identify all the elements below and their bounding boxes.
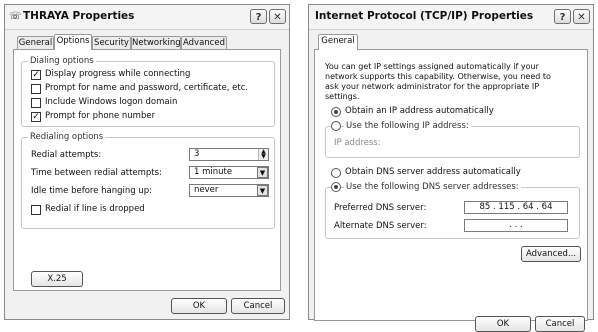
prompt-phone-number-checkbox[interactable]: ✓ <box>31 112 41 122</box>
thraya-properties-dialog: ☏ THRAYA Properties ? ✕ General Options … <box>4 4 290 320</box>
alternate-dns-label: Alternate DNS server: <box>334 221 427 231</box>
tab-networking[interactable]: Networking <box>131 36 181 50</box>
preferred-dns-value: 85 . 115 . 64 . 64 <box>479 202 553 212</box>
alternate-dns-value: . . . <box>509 220 523 230</box>
use-following-dns-radio[interactable] <box>331 182 341 192</box>
obtain-ip-auto-label: Obtain an IP address automatically <box>345 106 494 116</box>
time-between-label: Time between redial attempts: <box>31 168 162 178</box>
ip-address-group: Use the following IP address: IP address… <box>325 121 580 158</box>
redial-if-dropped-checkbox[interactable] <box>31 205 41 215</box>
cancel-button[interactable]: Cancel <box>535 316 585 332</box>
redial-attempts-spinner[interactable]: ▲ ▼ <box>258 149 268 160</box>
description-text: You can get IP settings assigned automat… <box>325 62 551 101</box>
alternate-dns-field[interactable]: . . . <box>464 219 568 232</box>
dialing-options-label: Dialing options <box>28 56 96 66</box>
use-following-dns-label: Use the following DNS server addresses: <box>344 182 521 192</box>
dialog-title: Internet Protocol (TCP/IP) Properties <box>315 10 534 22</box>
help-button[interactable]: ? <box>250 9 267 24</box>
idle-time-label: Idle time before hanging up: <box>31 186 153 196</box>
ip-address-label: IP address: <box>334 138 381 148</box>
redial-attempts-value: 3 <box>194 149 200 159</box>
dns-group: Use the following DNS server addresses: … <box>325 182 580 239</box>
redialing-options-group: Redialing options Redial attempts: 3 ▲ ▼ … <box>21 132 275 229</box>
general-panel: You can get IP settings assigned automat… <box>314 49 588 332</box>
prompt-name-password-checkbox[interactable] <box>31 84 41 94</box>
prompt-phone-number-label: Prompt for phone number <box>45 111 156 121</box>
ok-button[interactable]: OK <box>171 298 227 314</box>
idle-time-value: never <box>194 185 219 195</box>
obtain-dns-auto-label: Obtain DNS server address automatically <box>345 167 521 177</box>
tab-advanced[interactable]: Advanced <box>181 36 227 50</box>
advanced-button[interactable]: Advanced... <box>521 246 581 262</box>
chevron-down-icon[interactable]: ▼ <box>257 167 268 178</box>
cancel-button[interactable]: Cancel <box>231 298 285 314</box>
time-between-select[interactable]: 1 minute ▼ <box>189 166 269 179</box>
obtain-ip-auto-radio[interactable] <box>331 107 341 117</box>
title-bar[interactable]: Internet Protocol (TCP/IP) Properties ? … <box>309 5 593 30</box>
dialog-title: THRAYA Properties <box>23 10 135 22</box>
tab-security[interactable]: Security <box>92 36 131 50</box>
tcpip-properties-dialog: Internet Protocol (TCP/IP) Properties ? … <box>308 4 594 332</box>
title-bar[interactable]: ☏ THRAYA Properties ? ✕ <box>5 5 289 30</box>
display-progress-label: Display progress while connecting <box>45 69 191 79</box>
x25-button[interactable]: X.25 <box>31 271 83 287</box>
preferred-dns-label: Preferred DNS server: <box>334 203 427 213</box>
connection-icon: ☏ <box>9 11 22 22</box>
tab-general[interactable]: General <box>318 34 358 50</box>
tab-options[interactable]: Options <box>54 34 92 50</box>
redial-attempts-label: Redial attempts: <box>31 150 102 160</box>
redial-attempts-field[interactable]: 3 ▲ ▼ <box>189 148 269 161</box>
help-button[interactable]: ? <box>554 9 571 24</box>
use-following-ip-label: Use the following IP address: <box>344 121 471 131</box>
time-between-value: 1 minute <box>194 167 233 177</box>
redialing-options-label: Redialing options <box>28 132 106 142</box>
obtain-dns-auto-radio[interactable] <box>331 168 341 178</box>
close-button[interactable]: ✕ <box>573 9 590 24</box>
close-button[interactable]: ✕ <box>269 9 286 24</box>
prompt-name-password-label: Prompt for name and password, certificat… <box>45 83 249 93</box>
include-logon-domain-checkbox[interactable] <box>31 98 41 108</box>
idle-time-select[interactable]: never ▼ <box>189 184 269 197</box>
preferred-dns-field[interactable]: 85 . 115 . 64 . 64 <box>464 201 568 214</box>
ok-button[interactable]: OK <box>475 316 531 332</box>
include-logon-domain-label: Include Windows logon domain <box>45 97 178 107</box>
options-panel: Dialing options ✓ Display progress while… <box>13 49 281 291</box>
display-progress-checkbox[interactable]: ✓ <box>31 70 41 80</box>
chevron-down-icon[interactable]: ▼ <box>257 185 268 196</box>
use-following-ip-radio[interactable] <box>331 121 341 131</box>
dialing-options-group: Dialing options ✓ Display progress while… <box>21 56 275 127</box>
redial-if-dropped-label: Redial if line is dropped <box>45 204 145 214</box>
tab-general[interactable]: General <box>17 36 54 50</box>
